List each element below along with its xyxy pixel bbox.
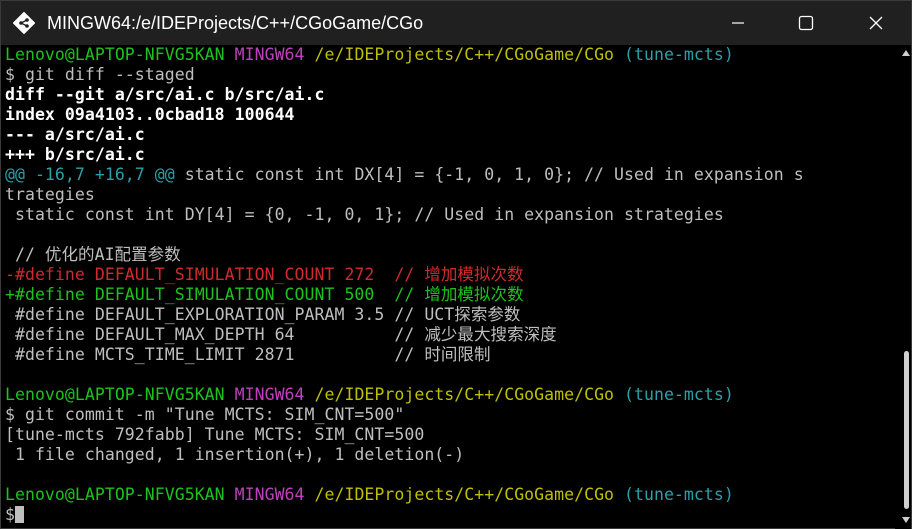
prompt-user: Lenovo@LAPTOP-NFVG5KAN — [5, 45, 225, 64]
maximize-icon — [798, 15, 814, 31]
diff-new-file: +++ b/src/ai.c — [5, 145, 145, 164]
maximize-button[interactable] — [783, 1, 829, 45]
prompt-path: /e/IDEProjects/C++/CGoGame/CGo — [314, 485, 615, 504]
prompt-path: /e/IDEProjects/C++/CGoGame/CGo — [314, 45, 615, 64]
context-line — [5, 225, 885, 245]
hunk-wrap: trategies — [5, 185, 95, 204]
window-title: MINGW64:/e/IDEProjects/C++/CGoGame/CGo — [47, 13, 424, 33]
removed-line: -#define DEFAULT_SIMULATION_COUNT 272 //… — [5, 265, 524, 284]
added-line: +#define DEFAULT_SIMULATION_COUNT 500 //… — [5, 285, 524, 304]
diff-old-file: --- a/src/ai.c — [5, 125, 145, 144]
prompt-line: Lenovo@LAPTOP-NFVG5KAN MINGW64 /e/IDEPro… — [5, 485, 885, 505]
close-button[interactable] — [853, 1, 899, 45]
context-line: static const int DY[4] = {0, -1, 0, 1}; … — [5, 205, 724, 224]
minimize-icon — [732, 22, 744, 24]
prompt-line: Lenovo@LAPTOP-NFVG5KAN MINGW64 /e/IDEPro… — [5, 45, 885, 65]
text-cursor — [14, 506, 24, 523]
prompt-shell: MINGW64 — [234, 45, 305, 64]
output-line: 1 file changed, 1 insertion(+), 1 deleti… — [5, 445, 465, 464]
context-line: #define DEFAULT_EXPLORATION_PARAM 3.5 //… — [5, 305, 521, 324]
command-line: $ git commit -m "Tune MCTS: SIM_CNT=500" — [5, 405, 405, 424]
prompt-symbol: $ — [5, 505, 15, 524]
prompt-user: Lenovo@LAPTOP-NFVG5KAN — [5, 485, 225, 504]
diff-index: index 09a4103..0cbad18 100644 — [5, 105, 295, 124]
command-line: $ git diff --staged — [5, 65, 195, 84]
context-line: #define MCTS_TIME_LIMIT 2871 // 时间限制 — [5, 345, 491, 364]
minimize-button[interactable] — [715, 1, 761, 45]
hunk-marker: @@ -16,7 +16,7 @@ — [5, 165, 175, 184]
prompt-path: /e/IDEProjects/C++/CGoGame/CGo — [314, 385, 615, 404]
terminal-window: MINGW64:/e/IDEProjects/C++/CGoGame/CGo L… — [0, 0, 912, 529]
prompt-user: Lenovo@LAPTOP-NFVG5KAN — [5, 385, 225, 404]
output-line: [tune-mcts 792fabb] Tune MCTS: SIM_CNT=5… — [5, 425, 425, 444]
input-line[interactable]: $ — [5, 505, 885, 525]
prompt-shell: MINGW64 — [234, 485, 305, 504]
close-icon — [869, 16, 883, 30]
git-bash-icon — [13, 12, 35, 34]
diff-header: diff --git a/src/ai.c b/src/ai.c — [5, 85, 325, 104]
scrollbar-thumb[interactable] — [904, 351, 909, 509]
context-line: // 优化的AI配置参数 — [5, 245, 181, 264]
prompt-branch: (tune-mcts) — [624, 45, 734, 64]
prompt-branch: (tune-mcts) — [624, 485, 734, 504]
prompt-line: Lenovo@LAPTOP-NFVG5KAN MINGW64 /e/IDEPro… — [5, 385, 885, 405]
terminal-output[interactable]: Lenovo@LAPTOP-NFVG5KAN MINGW64 /e/IDEPro… — [5, 45, 885, 529]
scroll-down-arrow-icon[interactable] — [902, 517, 910, 523]
hunk-header: @@ -16,7 +16,7 @@ static const int DX[4]… — [5, 165, 885, 185]
prompt-branch: (tune-mcts) — [624, 385, 734, 404]
prompt-shell: MINGW64 — [234, 385, 305, 404]
title-bar[interactable]: MINGW64:/e/IDEProjects/C++/CGoGame/CGo — [1, 1, 911, 45]
hunk-context: static const int DX[4] = {-1, 0, 1, 0}; … — [174, 165, 804, 184]
context-line: #define DEFAULT_MAX_DEPTH 64 // 减少最大搜索深度 — [5, 325, 557, 344]
scroll-up-arrow-icon[interactable] — [902, 50, 910, 56]
